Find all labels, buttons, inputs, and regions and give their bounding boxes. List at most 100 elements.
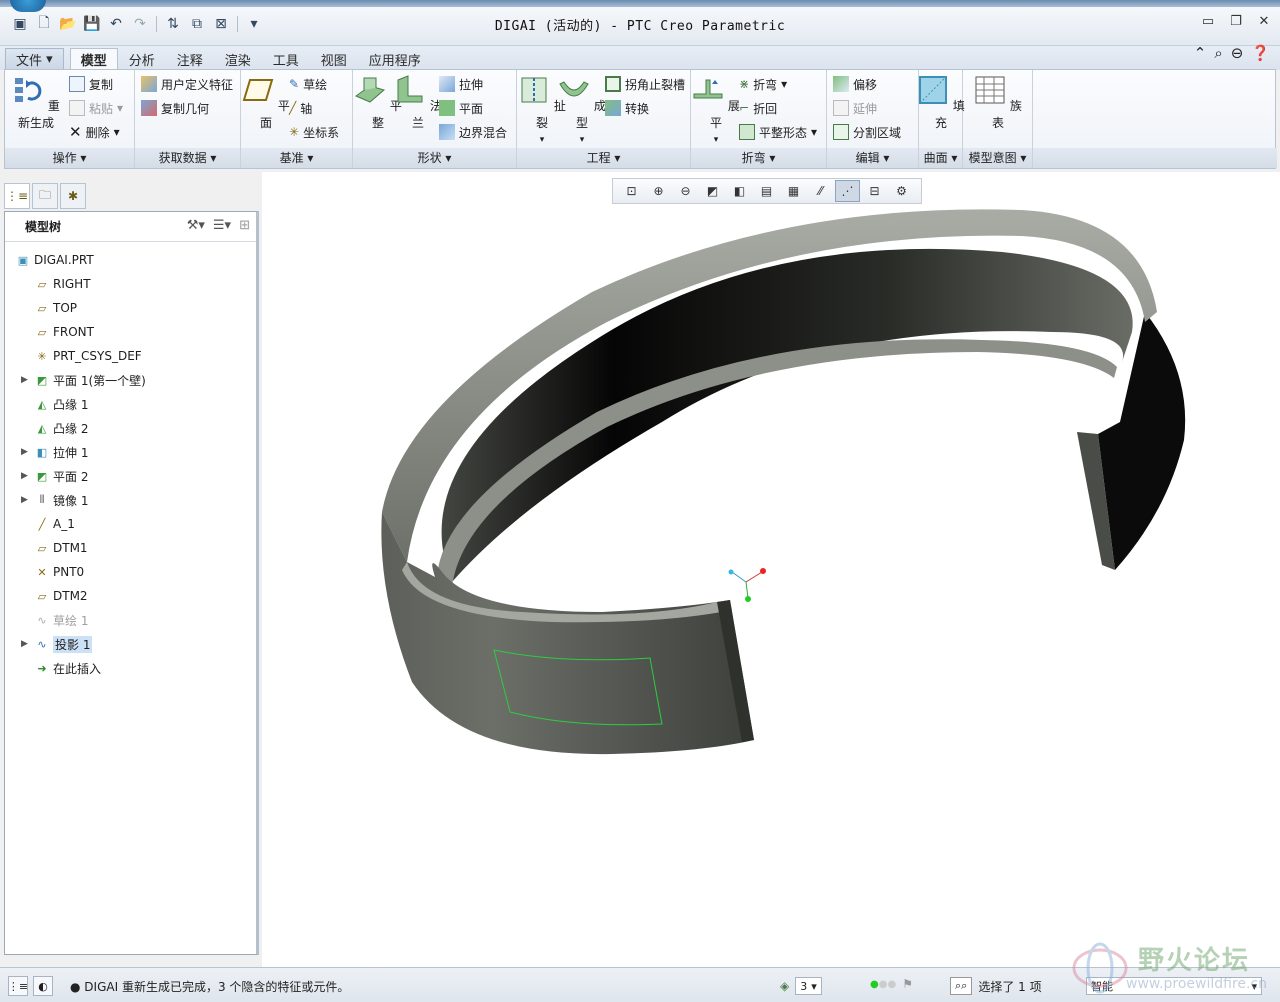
- settings-tool-icon[interactable]: ⚒▾: [187, 218, 205, 233]
- group-label-datum[interactable]: 基准 ▾: [241, 148, 352, 168]
- tree-item[interactable]: ╱ A_1: [5, 512, 256, 536]
- split-area-button[interactable]: 分割区域: [833, 122, 901, 142]
- annotation-display-icon[interactable]: ⊟: [862, 180, 887, 202]
- group-label-editing[interactable]: 编辑 ▾: [827, 148, 918, 168]
- tree-item[interactable]: ▶ ◩ 平面 1(第一个壁): [5, 368, 256, 392]
- group-label-operations[interactable]: 操作 ▾: [5, 148, 134, 168]
- extend-button[interactable]: 延伸: [833, 98, 877, 118]
- datum-plane-button[interactable]: 平面: [241, 74, 291, 131]
- udf-button[interactable]: 用户定义特征: [141, 74, 233, 94]
- form-button[interactable]: 成型 ▾: [557, 74, 607, 145]
- csys-button[interactable]: ✳ 坐标系: [289, 122, 339, 142]
- restore-icon[interactable]: ❐: [1228, 14, 1244, 29]
- datum-display-icon[interactable]: ⁄⁄: [808, 180, 833, 202]
- tab-render[interactable]: 渲染: [214, 48, 262, 70]
- tree-item[interactable]: ◭ 凸缘 2: [5, 416, 256, 440]
- toggle-navigator-icon[interactable]: ⋮≡: [8, 976, 28, 996]
- flange-button[interactable]: 法兰: [393, 74, 443, 131]
- tree-item[interactable]: ∿ 草绘 1: [5, 608, 256, 632]
- tree-item[interactable]: ▱ TOP: [5, 296, 256, 320]
- tab-file[interactable]: 文件 ▾: [5, 48, 64, 70]
- graphics-window[interactable]: [262, 172, 1280, 967]
- regenerate-button[interactable]: 重新生成: [7, 74, 65, 131]
- tree-item[interactable]: ▶ ◧ 拉伸 1: [5, 440, 256, 464]
- display-style-icon[interactable]: ◧: [727, 180, 752, 202]
- refit-icon[interactable]: ⊡: [619, 180, 644, 202]
- tree-item[interactable]: ✕ PNT0: [5, 560, 256, 584]
- group-label-surfaces[interactable]: 曲面 ▾: [919, 148, 962, 168]
- axis-button[interactable]: ╱ 轴: [289, 98, 312, 118]
- tree-item[interactable]: ▶ ∿ 投影 1: [5, 632, 256, 656]
- tree-item[interactable]: ◭ 凸缘 1: [5, 392, 256, 416]
- tab-view[interactable]: 视图: [310, 48, 358, 70]
- find-icon[interactable]: ⌕⌕: [950, 977, 973, 995]
- show-list-icon[interactable]: ☰▾: [213, 218, 231, 233]
- tree-item[interactable]: ▱ FRONT: [5, 320, 256, 344]
- filter-tree-icon[interactable]: ⊞: [239, 218, 250, 233]
- folder-browser-tab[interactable]: 🗀: [32, 183, 58, 209]
- community-icon[interactable]: ⊖: [1231, 44, 1244, 62]
- bend-button[interactable]: ⋇ 折弯 ▾: [739, 74, 787, 94]
- favorites-tab[interactable]: ✱: [60, 183, 86, 209]
- boundary-blend-button[interactable]: 边界混合: [439, 122, 507, 142]
- tab-annotate[interactable]: 注释: [166, 48, 214, 70]
- copy-button[interactable]: 复制: [69, 74, 113, 94]
- band-inner-wall[interactable]: [441, 248, 1133, 582]
- expand-arrow-icon[interactable]: ▶: [21, 447, 31, 457]
- bend-back-button[interactable]: ⌐ 折回: [739, 98, 777, 118]
- tree-item[interactable]: ➜ 在此插入: [5, 656, 256, 680]
- search-icon[interactable]: ⌕: [1214, 44, 1222, 62]
- tab-model[interactable]: 模型: [69, 48, 118, 70]
- expand-arrow-icon[interactable]: ▶: [21, 471, 31, 481]
- unbend-button[interactable]: 展平 ▾: [691, 74, 741, 145]
- spin-center-icon[interactable]: ⋰: [835, 180, 860, 202]
- zoom-out-icon[interactable]: ⊖: [673, 180, 698, 202]
- convert-button[interactable]: 转换: [605, 98, 649, 118]
- zoom-in-icon[interactable]: ⊕: [646, 180, 671, 202]
- expand-arrow-icon[interactable]: ▶: [21, 639, 31, 649]
- tree-item[interactable]: ▱ DTM1: [5, 536, 256, 560]
- flag-icon[interactable]: ⚑: [902, 977, 913, 991]
- perspective-icon[interactable]: ⚙: [889, 180, 914, 202]
- corner-relief-button[interactable]: 拐角止裂槽: [605, 74, 685, 94]
- collapse-ribbon-icon[interactable]: ⌃: [1194, 44, 1207, 62]
- group-label-shapes[interactable]: 形状 ▾: [353, 148, 516, 168]
- model-tree-tab[interactable]: ⋮≡: [4, 183, 30, 209]
- view-manager-icon[interactable]: ▦: [781, 180, 806, 202]
- expand-arrow-icon[interactable]: ▶: [21, 495, 31, 505]
- copy-geometry-button[interactable]: 复制几何: [141, 98, 209, 118]
- paste-button[interactable]: 粘贴 ▾: [69, 98, 123, 118]
- help-icon[interactable]: ❓: [1251, 44, 1270, 62]
- delete-button[interactable]: ✕ 删除 ▾: [69, 122, 120, 142]
- tab-tools[interactable]: 工具: [262, 48, 310, 70]
- planar-button[interactable]: 平面: [439, 98, 483, 118]
- layer-dropdown[interactable]: 3 ▾: [795, 977, 822, 995]
- group-label-engineering[interactable]: 工程 ▾: [517, 148, 690, 168]
- saved-views-icon[interactable]: ▤: [754, 180, 779, 202]
- band-right-end[interactable]: [1098, 312, 1186, 570]
- family-table-button[interactable]: 族表: [973, 74, 1023, 131]
- fill-button[interactable]: 填充: [916, 74, 966, 131]
- toggle-browser-icon[interactable]: ◐: [33, 976, 53, 996]
- start-orb[interactable]: [10, 0, 46, 12]
- tab-analysis[interactable]: 分析: [118, 48, 166, 70]
- group-label-model-intent[interactable]: 模型意图 ▾: [963, 148, 1032, 168]
- flat-pattern-button[interactable]: 平整形态 ▾: [739, 122, 817, 142]
- minimize-icon[interactable]: ▭: [1200, 14, 1216, 29]
- band-outer-wall[interactable]: [381, 512, 754, 755]
- tree-item[interactable]: ▶ ⫴ 镜像 1: [5, 488, 256, 512]
- repaint-icon[interactable]: ◩: [700, 180, 725, 202]
- tree-root[interactable]: ▣ DIGAI.PRT: [5, 248, 256, 272]
- tab-applications[interactable]: 应用程序: [358, 48, 432, 70]
- group-label-get-data[interactable]: 获取数据 ▾: [135, 148, 240, 168]
- model-viewport[interactable]: [262, 172, 1280, 967]
- tree-item[interactable]: ✳ PRT_CSYS_DEF: [5, 344, 256, 368]
- extrude-button[interactable]: 拉伸: [439, 74, 483, 94]
- tree-item[interactable]: ▱ RIGHT: [5, 272, 256, 296]
- sketch-button[interactable]: ✎ 草绘: [289, 74, 327, 94]
- band-inner-ledge[interactable]: [437, 339, 1117, 587]
- tree-item[interactable]: ▱ DTM2: [5, 584, 256, 608]
- close-icon[interactable]: ✕: [1256, 14, 1272, 29]
- group-label-bends[interactable]: 折弯 ▾: [691, 148, 826, 168]
- tree-item[interactable]: ▶ ◩ 平面 2: [5, 464, 256, 488]
